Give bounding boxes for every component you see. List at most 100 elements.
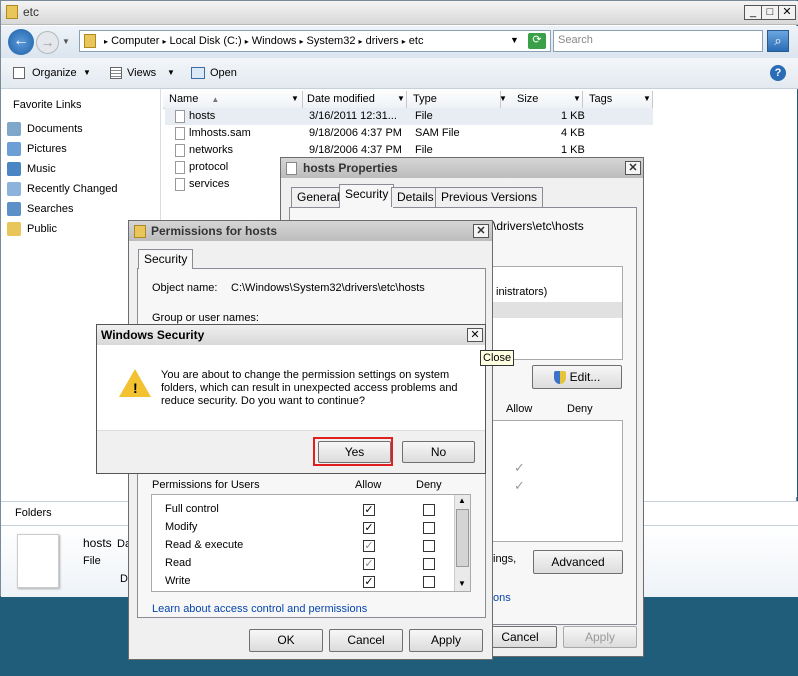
deny-checkbox[interactable] — [423, 504, 435, 516]
tab-security[interactable]: Security — [138, 249, 194, 269]
nav-label: Pictures — [27, 143, 67, 155]
window-title: etc — [23, 5, 40, 19]
props-apply-button[interactable]: Apply — [563, 626, 637, 648]
permission-name: Modify — [165, 521, 198, 533]
breadcrumb-computer[interactable]: Computer — [111, 35, 159, 47]
column-filter-icon[interactable]: ▼ — [643, 94, 651, 103]
views-button[interactable]: Views — [127, 67, 156, 79]
organize-dropdown-icon[interactable]: ▼ — [83, 68, 91, 77]
breadcrumb-windows[interactable]: Windows — [252, 35, 297, 47]
maximize-button[interactable]: □ — [761, 5, 779, 20]
security-title: Windows Security — [101, 328, 205, 342]
props-cancel-button[interactable]: Cancel — [483, 626, 557, 648]
column-filter-icon[interactable]: ▼ — [499, 94, 507, 103]
properties-title-bar[interactable]: hosts Properties ✕ — [281, 158, 643, 178]
allow-checkbox[interactable]: ✓ — [363, 576, 375, 588]
tab-previous-versions[interactable]: Previous Versions — [435, 187, 544, 207]
table-row[interactable]: lmhosts.sam 9/18/2006 4:37 PM SAM File 4… — [169, 125, 649, 142]
breadcrumb-local-disk[interactable]: Local Disk (C:) — [170, 35, 242, 47]
checkmark-icon: ✓ — [514, 460, 525, 475]
group-list-fragment[interactable]: inistrators) — [491, 266, 623, 360]
table-row[interactable]: services — [169, 176, 279, 193]
security-title-bar[interactable]: Windows Security ✕ — [97, 325, 485, 345]
advanced-button[interactable]: Advanced — [533, 550, 623, 574]
permissions-title-bar[interactable]: Permissions for hosts ✕ — [129, 221, 492, 241]
title-bar[interactable]: etc _ □ ✕ — [1, 1, 798, 25]
column-type[interactable]: Type — [409, 91, 501, 108]
nav-item-public[interactable]: Public — [7, 220, 57, 238]
minimize-button[interactable]: _ — [744, 5, 762, 20]
nav-label: Documents — [27, 123, 83, 135]
address-box[interactable]: ▸ Computer ▸ Local Disk (C:) ▸ Windows ▸… — [79, 30, 551, 52]
folders-label: Folders — [15, 507, 52, 519]
scroll-down-icon[interactable]: ▼ — [458, 579, 466, 588]
checkmark-icon: ✓ — [514, 478, 525, 493]
close-button[interactable]: ✕ — [778, 5, 796, 20]
nav-item-recently-changed[interactable]: Recently Changed — [7, 180, 118, 198]
help-icon[interactable]: ? — [770, 65, 786, 81]
forward-arrow-icon[interactable]: → — [36, 31, 59, 54]
apply-button[interactable]: Apply — [409, 629, 483, 652]
deny-checkbox[interactable] — [423, 540, 435, 552]
address-dropdown-icon[interactable]: ▼ — [510, 35, 519, 45]
nav-item-music[interactable]: Music — [7, 160, 56, 178]
tab-details[interactable]: Details — [391, 187, 440, 207]
yes-button[interactable]: Yes — [318, 441, 391, 463]
nav-label: Recently Changed — [27, 183, 118, 195]
open-button[interactable]: Open — [210, 67, 237, 79]
organize-button[interactable]: Organize — [32, 67, 77, 79]
column-filter-icon[interactable]: ▼ — [291, 94, 299, 103]
file-icon — [175, 144, 185, 157]
command-toolbar: Organize ▼ Views ▼ Open ? — [1, 58, 798, 89]
permission-name: Full control — [165, 503, 219, 515]
back-arrow-icon[interactable]: ← — [8, 29, 34, 55]
security-message: You are about to change the permission s… — [161, 369, 458, 407]
edit-button[interactable]: Edit... — [532, 365, 622, 389]
search-icon[interactable]: ⌕ — [767, 30, 789, 52]
allow-checkbox[interactable]: ✓ — [363, 540, 375, 552]
deny-checkbox[interactable] — [423, 576, 435, 588]
breadcrumb-system32[interactable]: System32 — [307, 35, 356, 47]
search-input[interactable]: Search — [553, 30, 763, 52]
group-names-label: Group or user names: — [152, 312, 259, 324]
security-close-button[interactable]: ✕ — [467, 328, 483, 342]
table-row[interactable]: protocol — [169, 159, 279, 176]
allow-checkbox[interactable]: ✓ — [363, 558, 375, 570]
breadcrumb-drivers[interactable]: drivers — [366, 35, 399, 47]
permissions-scrollbar[interactable]: ▲ ▼ — [454, 495, 470, 591]
scroll-up-icon[interactable]: ▲ — [458, 496, 466, 505]
scroll-thumb[interactable] — [456, 509, 469, 567]
nav-item-pictures[interactable]: Pictures — [7, 140, 67, 158]
properties-close-button[interactable]: ✕ — [625, 161, 641, 175]
ok-button[interactable]: OK — [249, 629, 323, 652]
history-dropdown-icon[interactable]: ▼ — [62, 37, 70, 46]
column-label: Name — [169, 93, 199, 105]
table-row[interactable]: hosts 3/16/2011 12:31... File 1 KB — [169, 108, 649, 125]
nav-item-searches[interactable]: Searches — [7, 200, 73, 218]
column-date-modified[interactable]: Date modified — [303, 91, 407, 108]
column-name[interactable]: Name ▲ — [165, 91, 303, 108]
learn-access-control-link[interactable]: Learn about access control and permissio… — [152, 603, 367, 615]
breadcrumb-etc[interactable]: etc — [409, 35, 424, 47]
public-folder-icon — [7, 222, 21, 237]
allow-checkbox[interactable]: ✓ — [363, 504, 375, 516]
file-size: 4 KB — [561, 127, 585, 139]
tab-general[interactable]: General — [291, 187, 346, 207]
tab-security[interactable]: Security — [339, 184, 395, 208]
deny-checkbox[interactable] — [423, 522, 435, 534]
selected-group-row — [492, 302, 622, 318]
deny-checkbox[interactable] — [423, 558, 435, 570]
allow-checkbox[interactable]: ✓ — [363, 522, 375, 534]
sort-ascending-icon: ▲ — [211, 95, 220, 104]
cancel-button[interactable]: Cancel — [329, 629, 403, 652]
column-filter-icon[interactable]: ▼ — [397, 94, 405, 103]
refresh-icon[interactable]: ⟳ — [528, 33, 546, 49]
no-button[interactable]: No — [402, 441, 475, 463]
permissions-close-button[interactable]: ✕ — [473, 224, 489, 238]
learn-link-fragment[interactable]: ons — [493, 592, 511, 604]
column-label: Tags — [589, 93, 613, 105]
column-filter-icon[interactable]: ▼ — [573, 94, 581, 103]
object-name-value: C:\Windows\System32\drivers\etc\hosts — [231, 282, 425, 294]
nav-item-documents[interactable]: Documents — [7, 120, 83, 138]
views-dropdown-icon[interactable]: ▼ — [167, 68, 175, 77]
